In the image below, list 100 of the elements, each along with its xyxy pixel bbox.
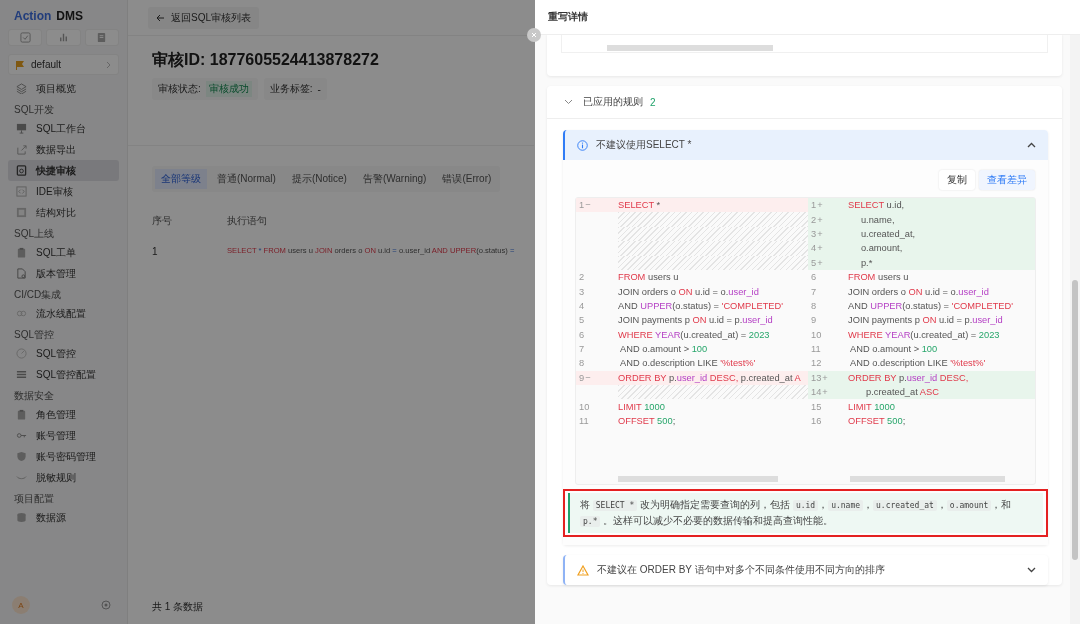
chevron-down-icon[interactable]: [564, 99, 573, 105]
scrollbar-thumb[interactable]: [850, 476, 1005, 482]
modal-overlay[interactable]: [0, 0, 535, 624]
status-label: 审核状态:: [158, 82, 201, 96]
nav-item[interactable]: SQL管控: [8, 343, 119, 364]
nav-group-title: SQL开发: [13, 103, 55, 117]
level-tab[interactable]: 提示(Notice): [285, 169, 353, 189]
line-number: 1: [811, 200, 817, 211]
code-line: LIMIT 1000: [848, 401, 896, 412]
nav-item[interactable]: 版本管理: [8, 263, 119, 284]
code-line: AND UPPER(o.status) = 'COMPLETED': [848, 300, 1014, 311]
nav-item[interactable]: SQL管控配置: [8, 364, 119, 385]
close-button[interactable]: [527, 28, 541, 42]
back-button[interactable]: 返回SQL审核列表: [148, 6, 259, 29]
nav-item[interactable]: 流水线配置: [8, 303, 119, 324]
code-line: p.*: [859, 257, 874, 268]
code-line: LIMIT 1000: [618, 401, 666, 412]
line-number: 15: [811, 401, 822, 412]
line-number: 4: [811, 243, 817, 254]
project-selector[interactable]: default: [8, 54, 119, 75]
nav-group-title: SQL上线: [13, 227, 55, 241]
code-icon: [16, 186, 27, 197]
chevron-up-icon: [1027, 142, 1036, 148]
line-number: 12: [811, 358, 822, 369]
checkbox-icon: [19, 32, 31, 43]
line-number: 9: [811, 315, 817, 326]
view-diff-button[interactable]: 查看差异: [979, 170, 1035, 190]
arrow-left-icon: [156, 13, 165, 22]
close-icon: [531, 32, 537, 38]
change-marker: +: [822, 387, 828, 398]
monitor-icon: [16, 123, 27, 134]
level-tab[interactable]: 错误(Error): [436, 169, 498, 189]
column-header: 序号: [152, 214, 173, 228]
change-marker: +: [817, 243, 823, 254]
scrollbar-thumb[interactable]: [618, 476, 778, 482]
bar-chart-icon: [58, 32, 69, 43]
link-icon: [16, 308, 27, 319]
code-line: ORDER BY p.user_id DESC, p.created_at A: [618, 372, 802, 383]
nav-item[interactable]: 角色管理: [8, 404, 119, 425]
change-marker: +: [817, 214, 823, 225]
column-header: 执行语句: [227, 214, 267, 228]
info-icon: [577, 139, 588, 151]
code-line: AND o.description LIKE '%test%': [619, 358, 757, 369]
share-icon: [16, 144, 27, 155]
rule-header[interactable]: 不建议在 ORDER BY 语句中对多个不同条件使用不同方向的排序: [563, 555, 1048, 585]
level-tab[interactable]: 全部等级: [155, 169, 207, 189]
page-title: 审核ID: 1877605524413878272: [152, 50, 380, 70]
nav-item[interactable]: IDE审核: [8, 181, 119, 202]
nav-item[interactable]: 数据源: [8, 507, 119, 528]
nav-item[interactable]: 项目概览: [8, 78, 119, 99]
section-title: 已应用的规则: [583, 95, 643, 109]
nav-item[interactable]: SQL工单: [8, 242, 119, 263]
line-number: 10: [579, 401, 590, 412]
list-icon: [16, 369, 27, 380]
business-tag-label: 业务标签:: [269, 82, 313, 96]
notes-button[interactable]: [84, 29, 119, 46]
stats-button[interactable]: [46, 29, 81, 46]
nav-item[interactable]: 结构对比: [8, 202, 119, 223]
nav-item[interactable]: SQL工作台: [8, 118, 119, 139]
nav-item[interactable]: 账号管理: [8, 425, 119, 446]
change-marker: −: [585, 372, 591, 383]
line-number: 3: [579, 286, 585, 297]
code-line: JOIN orders o ON u.id = o.user_id: [848, 286, 990, 297]
nav-item[interactable]: 快捷审核: [8, 160, 119, 181]
code-line: u.created_at,: [859, 228, 917, 239]
business-tag-value: -: [317, 83, 321, 95]
drawer-title: 重写详情: [548, 10, 588, 24]
code-line: FROM users u: [848, 272, 910, 283]
todo-button[interactable]: [8, 29, 43, 46]
nav-group-title: SQL管控: [13, 328, 55, 342]
line-number: 7: [579, 344, 585, 355]
rule-header[interactable]: 不建议使用SELECT *: [563, 130, 1048, 160]
line-number: 8: [579, 358, 585, 369]
scrollbar-thumb[interactable]: [607, 45, 773, 51]
line-number: 3: [811, 228, 817, 239]
nav-item[interactable]: 账号密码管理: [8, 446, 119, 467]
line-number: 13: [811, 372, 822, 383]
code-line: SELECT u.id,: [848, 200, 906, 211]
copy-button[interactable]: 复制: [939, 170, 975, 190]
scrollbar-thumb[interactable]: [1072, 280, 1078, 560]
level-tab[interactable]: 普通(Normal): [211, 169, 282, 189]
nav-item[interactable]: 脱敏规则: [8, 467, 119, 488]
warning-icon: [577, 564, 589, 576]
line-number: 7: [811, 286, 817, 297]
change-marker: +: [817, 200, 823, 211]
level-tab[interactable]: 告警(Warning): [356, 169, 433, 189]
code-line: SELECT *: [618, 200, 662, 211]
nav-group-title: 数据安全: [13, 389, 55, 403]
gauge-icon: [16, 348, 27, 359]
chevron-down-icon: [1027, 567, 1036, 573]
code-line: u.name,: [859, 214, 896, 225]
line-number: 10: [811, 329, 822, 340]
settings-icon[interactable]: [101, 600, 111, 610]
change-marker: −: [585, 200, 591, 211]
line-number: 9: [579, 372, 585, 383]
nav-item[interactable]: 数据导出: [8, 139, 119, 160]
code-line: AND o.description LIKE '%test%': [849, 358, 987, 369]
line-number: 11: [579, 416, 589, 427]
line-number: 8: [811, 300, 817, 311]
doc-icon: [16, 165, 27, 176]
